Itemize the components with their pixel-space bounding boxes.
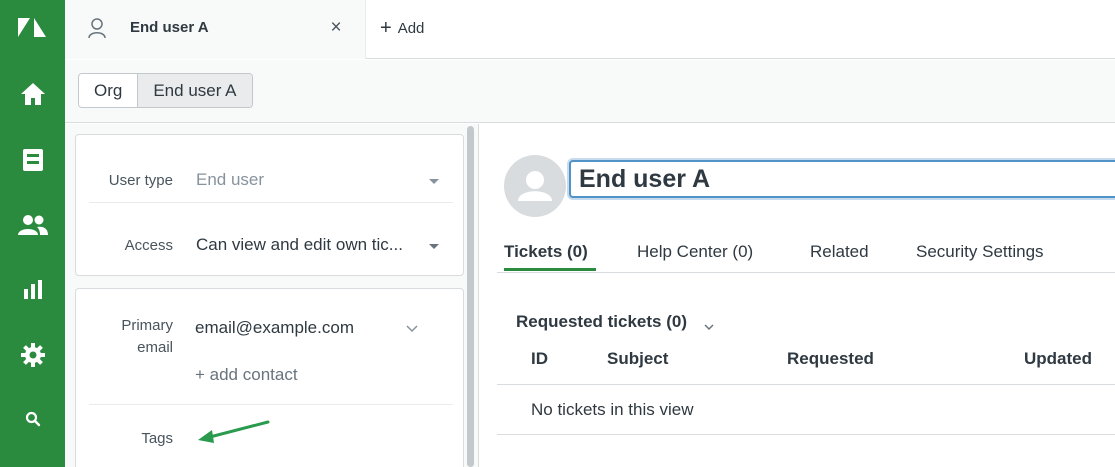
- annotation-arrow-icon: [198, 420, 270, 443]
- scrollbar-thumb[interactable]: [467, 126, 474, 467]
- column-header-requested[interactable]: Requested: [787, 349, 874, 369]
- reporting-icon[interactable]: [0, 274, 65, 304]
- tabs-divider: [497, 272, 1115, 273]
- tab-security-settings[interactable]: Security Settings: [916, 242, 1044, 262]
- tab-related[interactable]: Related: [810, 242, 869, 262]
- tab-tickets[interactable]: Tickets (0): [504, 242, 588, 262]
- breadcrumb: Org End user A: [78, 73, 253, 108]
- tab-title: End user A: [130, 19, 209, 36]
- user-properties-panel: User type End user Access Can view and e…: [65, 124, 479, 467]
- views-icon[interactable]: [0, 145, 65, 175]
- empty-table-message: No tickets in this view: [531, 400, 694, 419]
- user-type-label: User type: [108, 172, 173, 189]
- add-tab-button[interactable]: + Add: [380, 17, 424, 39]
- active-tab-indicator: [504, 268, 596, 271]
- search-icon[interactable]: [0, 408, 65, 430]
- divider: [89, 404, 453, 405]
- user-icon: [87, 17, 107, 44]
- add-contact-link[interactable]: + add contact: [195, 365, 298, 385]
- customers-icon[interactable]: [0, 210, 65, 240]
- breadcrumb-org[interactable]: Org: [79, 74, 138, 107]
- avatar: [504, 155, 566, 217]
- breadcrumb-bar: Org End user A: [65, 60, 1115, 123]
- table-row-divider: [497, 434, 1115, 435]
- primary-email-label-line1: Primary: [121, 317, 173, 334]
- tab-help-center[interactable]: Help Center (0): [637, 242, 753, 262]
- add-tab-label: Add: [397, 19, 425, 37]
- divider: [89, 202, 453, 203]
- chevron-down-icon[interactable]: [703, 318, 715, 336]
- primary-email-label-line2: email: [137, 339, 173, 356]
- column-header-updated[interactable]: Updated: [1024, 349, 1092, 369]
- user-settings-card: User type End user Access Can view and e…: [75, 134, 464, 276]
- table-header-divider: [497, 384, 1115, 385]
- user-name-input[interactable]: [569, 160, 1115, 198]
- plus-icon: +: [380, 17, 392, 39]
- home-icon[interactable]: [0, 79, 65, 109]
- close-icon[interactable]: ×: [328, 18, 344, 38]
- access-label: Access: [124, 237, 173, 254]
- tab-end-user[interactable]: End user A ×: [65, 0, 366, 59]
- nav-rail: [0, 0, 65, 467]
- primary-email-field[interactable]: email@example.com: [195, 318, 354, 338]
- zendesk-logo-icon[interactable]: [0, 12, 65, 46]
- top-tab-bar: End user A × + Add: [65, 0, 1115, 59]
- user-type-select[interactable]: End user: [196, 170, 264, 190]
- requested-tickets-heading[interactable]: Requested tickets (0): [516, 312, 687, 332]
- chevron-down-icon[interactable]: [429, 244, 439, 249]
- admin-gear-icon[interactable]: [0, 340, 65, 370]
- chevron-down-icon[interactable]: [429, 179, 439, 184]
- user-main-pane: Tickets (0) Help Center (0) Related Secu…: [480, 124, 1115, 467]
- access-select[interactable]: Can view and edit own tic...: [196, 235, 403, 255]
- breadcrumb-user[interactable]: End user A: [137, 74, 252, 107]
- chevron-down-icon[interactable]: [405, 321, 419, 339]
- column-header-subject[interactable]: Subject: [607, 349, 668, 369]
- column-header-id[interactable]: ID: [531, 349, 548, 369]
- tags-label: Tags: [141, 430, 173, 447]
